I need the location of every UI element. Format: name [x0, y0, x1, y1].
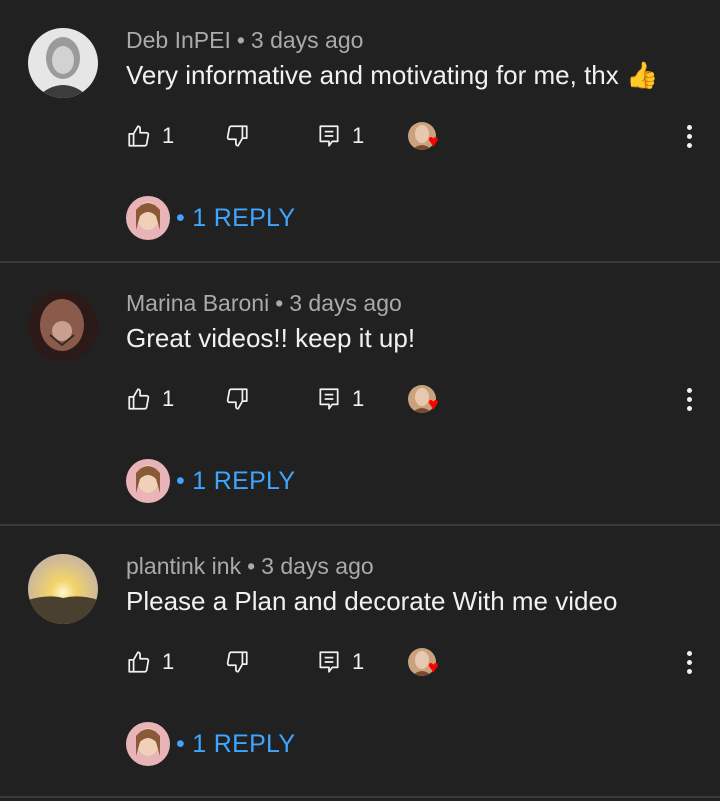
comments-list: Deb InPEI • 3 days ago Very informative an… [0, 0, 720, 798]
thumb-up-icon [128, 388, 150, 410]
view-replies-button[interactable]: • 1 REPLY [126, 196, 295, 240]
reply-button[interactable]: 1 [316, 381, 364, 417]
author-name[interactable]: Deb InPEI [126, 27, 231, 53]
avatar-image [28, 28, 98, 98]
comment-text: Great videos!! keep it up! [126, 323, 416, 353]
reply-avatar [126, 459, 170, 503]
meta-separator: • [247, 553, 256, 579]
creator-heart: ♥ [408, 644, 439, 680]
view-replies-button[interactable]: • 1 REPLY [126, 722, 295, 766]
timestamp: 3 days ago [289, 290, 402, 316]
comment-item: Marina Baroni • 3 days ago Great videos!! … [0, 263, 720, 526]
comment-actions: 1 1 ♥ [126, 644, 696, 680]
reply-avatar [126, 722, 170, 766]
more-vert-icon [686, 650, 692, 674]
avatar-image [28, 554, 98, 624]
heart-icon: ♥ [428, 657, 439, 677]
thumb-up-icon [128, 651, 150, 673]
creator-heart: ♥ [408, 381, 439, 417]
reply-count: 1 [352, 649, 365, 674]
reply-icon [319, 651, 339, 673]
comment-item: plantink ink • 3 days ago Please a Plan an… [0, 526, 720, 798]
reply-avatar [126, 196, 170, 240]
avatar-image [28, 291, 98, 361]
like-count: 1 [162, 123, 175, 148]
timestamp: 3 days ago [261, 553, 374, 579]
more-vert-icon [686, 387, 692, 411]
replies-label: • 1 REPLY [176, 466, 296, 495]
like-button[interactable]: 1 [126, 644, 174, 680]
like-button[interactable]: 1 [126, 118, 174, 154]
like-count: 1 [162, 386, 175, 411]
meta-separator: • [236, 27, 245, 53]
comment-item: Deb InPEI • 3 days ago Very informative an… [0, 0, 720, 263]
avatar[interactable] [28, 291, 98, 361]
replies-label: • 1 REPLY [176, 203, 296, 232]
comment-meta: Marina Baroni • 3 days ago [126, 290, 402, 317]
dislike-button[interactable] [224, 381, 250, 417]
heart-icon: ♥ [428, 394, 439, 414]
more-options-button[interactable] [682, 644, 696, 680]
reply-button[interactable]: 1 [316, 118, 364, 154]
comment-text: Very informative and motivating for me, … [126, 60, 659, 90]
more-options-button[interactable] [682, 118, 696, 154]
comment-meta: Deb InPEI • 3 days ago [126, 27, 363, 54]
reply-icon [319, 125, 339, 147]
timestamp: 3 days ago [250, 27, 364, 53]
view-replies-button[interactable]: • 1 REPLY [126, 459, 295, 503]
reply-count: 1 [352, 386, 365, 411]
avatar[interactable] [28, 28, 98, 98]
comment-actions: 1 1 ♥ [126, 118, 696, 154]
thumb-down-icon [226, 388, 248, 410]
replies-label: • 1 REPLY [176, 729, 296, 758]
comment-text: Please a Plan and decorate With me video [126, 586, 618, 616]
like-count: 1 [162, 649, 175, 674]
comment-actions: 1 1 ♥ [126, 381, 696, 417]
thumb-down-icon [226, 651, 248, 673]
heart-icon: ♥ [428, 131, 439, 151]
thumb-up-icon [128, 125, 150, 147]
dislike-button[interactable] [224, 118, 250, 154]
dislike-button[interactable] [224, 644, 250, 680]
like-button[interactable]: 1 [126, 381, 174, 417]
reply-count: 1 [352, 123, 365, 148]
comment-meta: plantink ink • 3 days ago [126, 553, 374, 580]
reply-icon [319, 388, 339, 410]
meta-separator: • [275, 290, 284, 316]
more-options-button[interactable] [682, 381, 696, 417]
avatar[interactable] [28, 554, 98, 624]
more-vert-icon [686, 124, 692, 148]
author-name[interactable]: Marina Baroni [126, 290, 269, 316]
thumb-down-icon [226, 125, 248, 147]
author-name[interactable]: plantink ink [126, 553, 241, 579]
creator-heart: ♥ [408, 118, 439, 154]
reply-button[interactable]: 1 [316, 644, 364, 680]
